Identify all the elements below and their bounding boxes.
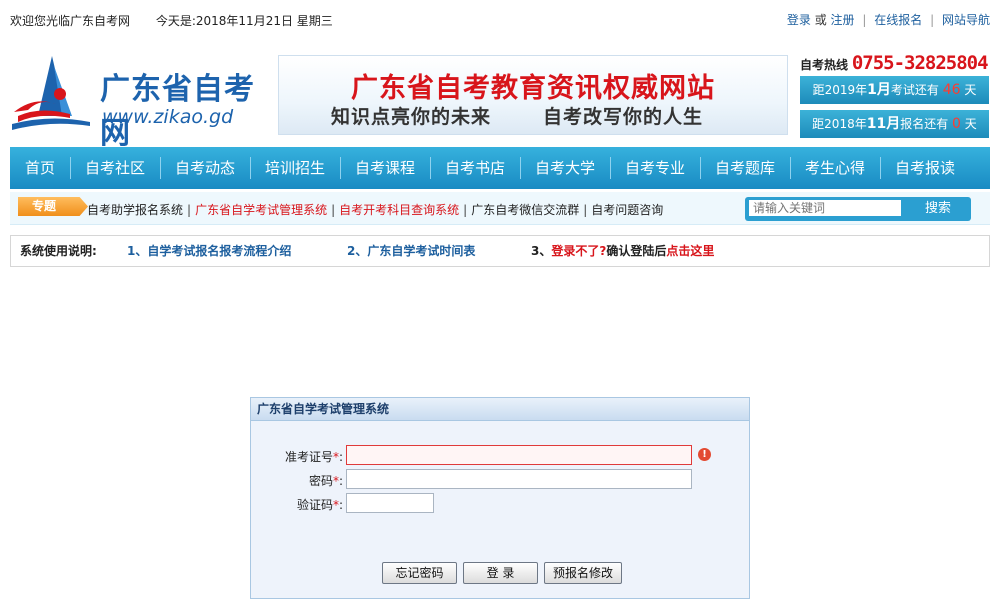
hotline: 自考热线 0755-32825804 — [800, 52, 989, 74]
top-bar: 欢迎您光临广东自考网 今天是:2018年11月21日 星期三 登录 或 注册 |… — [0, 0, 990, 36]
process-intro-link[interactable]: 1、自学考试报名报考流程介绍 — [127, 236, 291, 266]
welcome-text: 欢迎您光临广东自考网 — [10, 14, 131, 28]
login-help-question: 登录不了? — [551, 244, 607, 258]
nav-majors[interactable]: 自考专业 — [610, 147, 700, 189]
nav-news[interactable]: 自考动态 — [160, 147, 250, 189]
nav-community[interactable]: 自考社区 — [70, 147, 160, 189]
instructions-label: 系统使用说明: — [20, 244, 97, 258]
or-text: 或 — [814, 13, 827, 27]
countdown-days: 0 — [952, 116, 961, 132]
countdown-suffix: 天 — [964, 117, 977, 131]
topic-tag: 专题 — [18, 197, 88, 216]
nav-experiences[interactable]: 考生心得 — [790, 147, 880, 189]
password-label: 密码*: — [309, 472, 343, 489]
captcha-label: 验证码*: — [297, 496, 343, 513]
site-logo[interactable]: 广东省自考网 www.zikao.gd — [10, 52, 268, 151]
field-label: 验证码 — [296, 498, 333, 512]
click-here-link[interactable]: 点击这里 — [666, 244, 714, 258]
login-help-prefix: 3、 — [531, 244, 552, 258]
apply-countdown: 距2018年11月报名还有 0 天 — [800, 110, 989, 138]
login-panel: 广东省自学考试管理系统 准考证号*: ! 密码*: 验证码*: 忘记密码 登 录… — [250, 397, 750, 599]
nav-universities[interactable]: 自考大学 — [520, 147, 610, 189]
countdown-prefix: 距2019年 — [812, 83, 868, 97]
top-bar-links: 登录 或 注册 | 在线报名 | 网站导航 — [787, 11, 990, 28]
nav-question-bank[interactable]: 自考题库 — [700, 147, 790, 189]
divider: | — [187, 203, 192, 217]
divider: | — [930, 13, 935, 27]
exclamation-circle-icon: ! — [698, 448, 711, 461]
login-panel-title: 广东省自学考试管理系统 — [251, 398, 749, 421]
countdown-month: 11月 — [866, 116, 901, 132]
nav-enroll[interactable]: 自考报读 — [880, 147, 970, 189]
usage-instructions: 系统使用说明: 1、自学考试报名报考流程介绍 2、广东自学考试时间表 3、登录不… — [10, 235, 990, 267]
label-colon: : — [338, 474, 343, 488]
topic-link[interactable]: 广东省自学考试管理系统 — [195, 203, 327, 217]
register-link[interactable]: 注册 — [831, 13, 855, 27]
exam-id-row: 准考证号*: ! — [251, 445, 749, 467]
login-link[interactable]: 登录 — [787, 13, 811, 27]
login-help: 3、登录不了?确认登陆后点击这里 — [531, 236, 714, 266]
label-colon: : — [338, 450, 343, 464]
online-apply-link[interactable]: 在线报名 — [874, 13, 922, 27]
countdown-mid: 报名还有 — [900, 117, 949, 131]
topic-link[interactable]: 广东自考微信交流群 — [471, 203, 579, 217]
field-label: 准考证号 — [284, 450, 333, 464]
banner-headline: 广东省自考教育资讯权威网站 — [351, 73, 715, 104]
main-nav: 首页 自考社区 自考动态 培训招生 自考课程 自考书店 自考大学 自考专业 自考… — [10, 147, 990, 189]
captcha-input[interactable] — [346, 493, 434, 513]
exam-id-label: 准考证号*: — [285, 448, 343, 465]
countdown-days: 46 — [942, 82, 961, 98]
topic-links: 自考助学报名系统 | 广东省自学考试管理系统 | 自考开考科目查询系统 | 广东自考微信交流… — [87, 201, 663, 218]
hotline-number: 0755-32825804 — [851, 52, 989, 74]
divider: | — [862, 13, 867, 27]
site-url: www.zikao.gd — [102, 106, 234, 128]
captcha-row: 验证码*: — [251, 493, 749, 515]
password-row: 密码*: — [251, 469, 749, 491]
nav-courses[interactable]: 自考课程 — [340, 147, 430, 189]
exam-schedule-link[interactable]: 2、广东自学考试时间表 — [347, 236, 475, 266]
divider: | — [583, 203, 588, 217]
topic-link[interactable]: 自考问题咨询 — [591, 203, 663, 217]
exam-countdown: 距2019年1月考试还有 46 天 — [800, 76, 989, 104]
modify-preregistration-button[interactable]: 预报名修改 — [544, 562, 622, 584]
forgot-password-button[interactable]: 忘记密码 — [382, 562, 457, 584]
search-button[interactable]: 搜索 — [905, 197, 971, 221]
top-bar-left: 欢迎您光临广东自考网 今天是:2018年11月21日 星期三 — [10, 12, 333, 29]
topic-bar: 专题 自考助学报名系统 | 广东省自学考试管理系统 | 自考开考科目查询系统 | 广东自考微… — [10, 192, 990, 225]
hotline-label: 自考热线 — [800, 58, 849, 72]
countdown-mid: 考试还有 — [890, 83, 939, 97]
field-label: 密码 — [308, 474, 333, 488]
divider: | — [331, 203, 336, 217]
banner-slogan-right: 自考改写你的人生 — [543, 106, 704, 128]
nav-bookstore[interactable]: 自考书店 — [430, 147, 520, 189]
login-button[interactable]: 登 录 — [463, 562, 538, 584]
nav-home[interactable]: 首页 — [10, 147, 70, 189]
topic-link[interactable]: 自考开考科目查询系统 — [339, 203, 459, 217]
date-text: 今天是:2018年11月21日 星期三 — [155, 14, 333, 28]
topic-link[interactable]: 自考助学报名系统 — [87, 203, 183, 217]
nav-training[interactable]: 培训招生 — [250, 147, 340, 189]
divider: | — [463, 203, 468, 217]
search-input[interactable] — [749, 200, 901, 216]
login-help-text: 确认登陆后 — [606, 244, 667, 258]
banner-slogan-left: 知识点亮你的未来 — [331, 106, 492, 128]
header-banner[interactable]: 广东省自考教育资讯权威网站 知识点亮你的未来 自考改写你的人生 — [278, 55, 788, 135]
exam-id-input[interactable] — [346, 445, 692, 465]
site-nav-link[interactable]: 网站导航 — [942, 13, 990, 27]
label-colon: : — [338, 498, 343, 512]
search-box: 搜索 — [745, 197, 971, 221]
countdown-prefix: 距2018年 — [812, 117, 867, 131]
countdown-month: 1月 — [867, 82, 891, 98]
countdown-suffix: 天 — [964, 83, 977, 97]
password-input[interactable] — [346, 469, 692, 489]
sail-logo-icon — [12, 56, 90, 130]
